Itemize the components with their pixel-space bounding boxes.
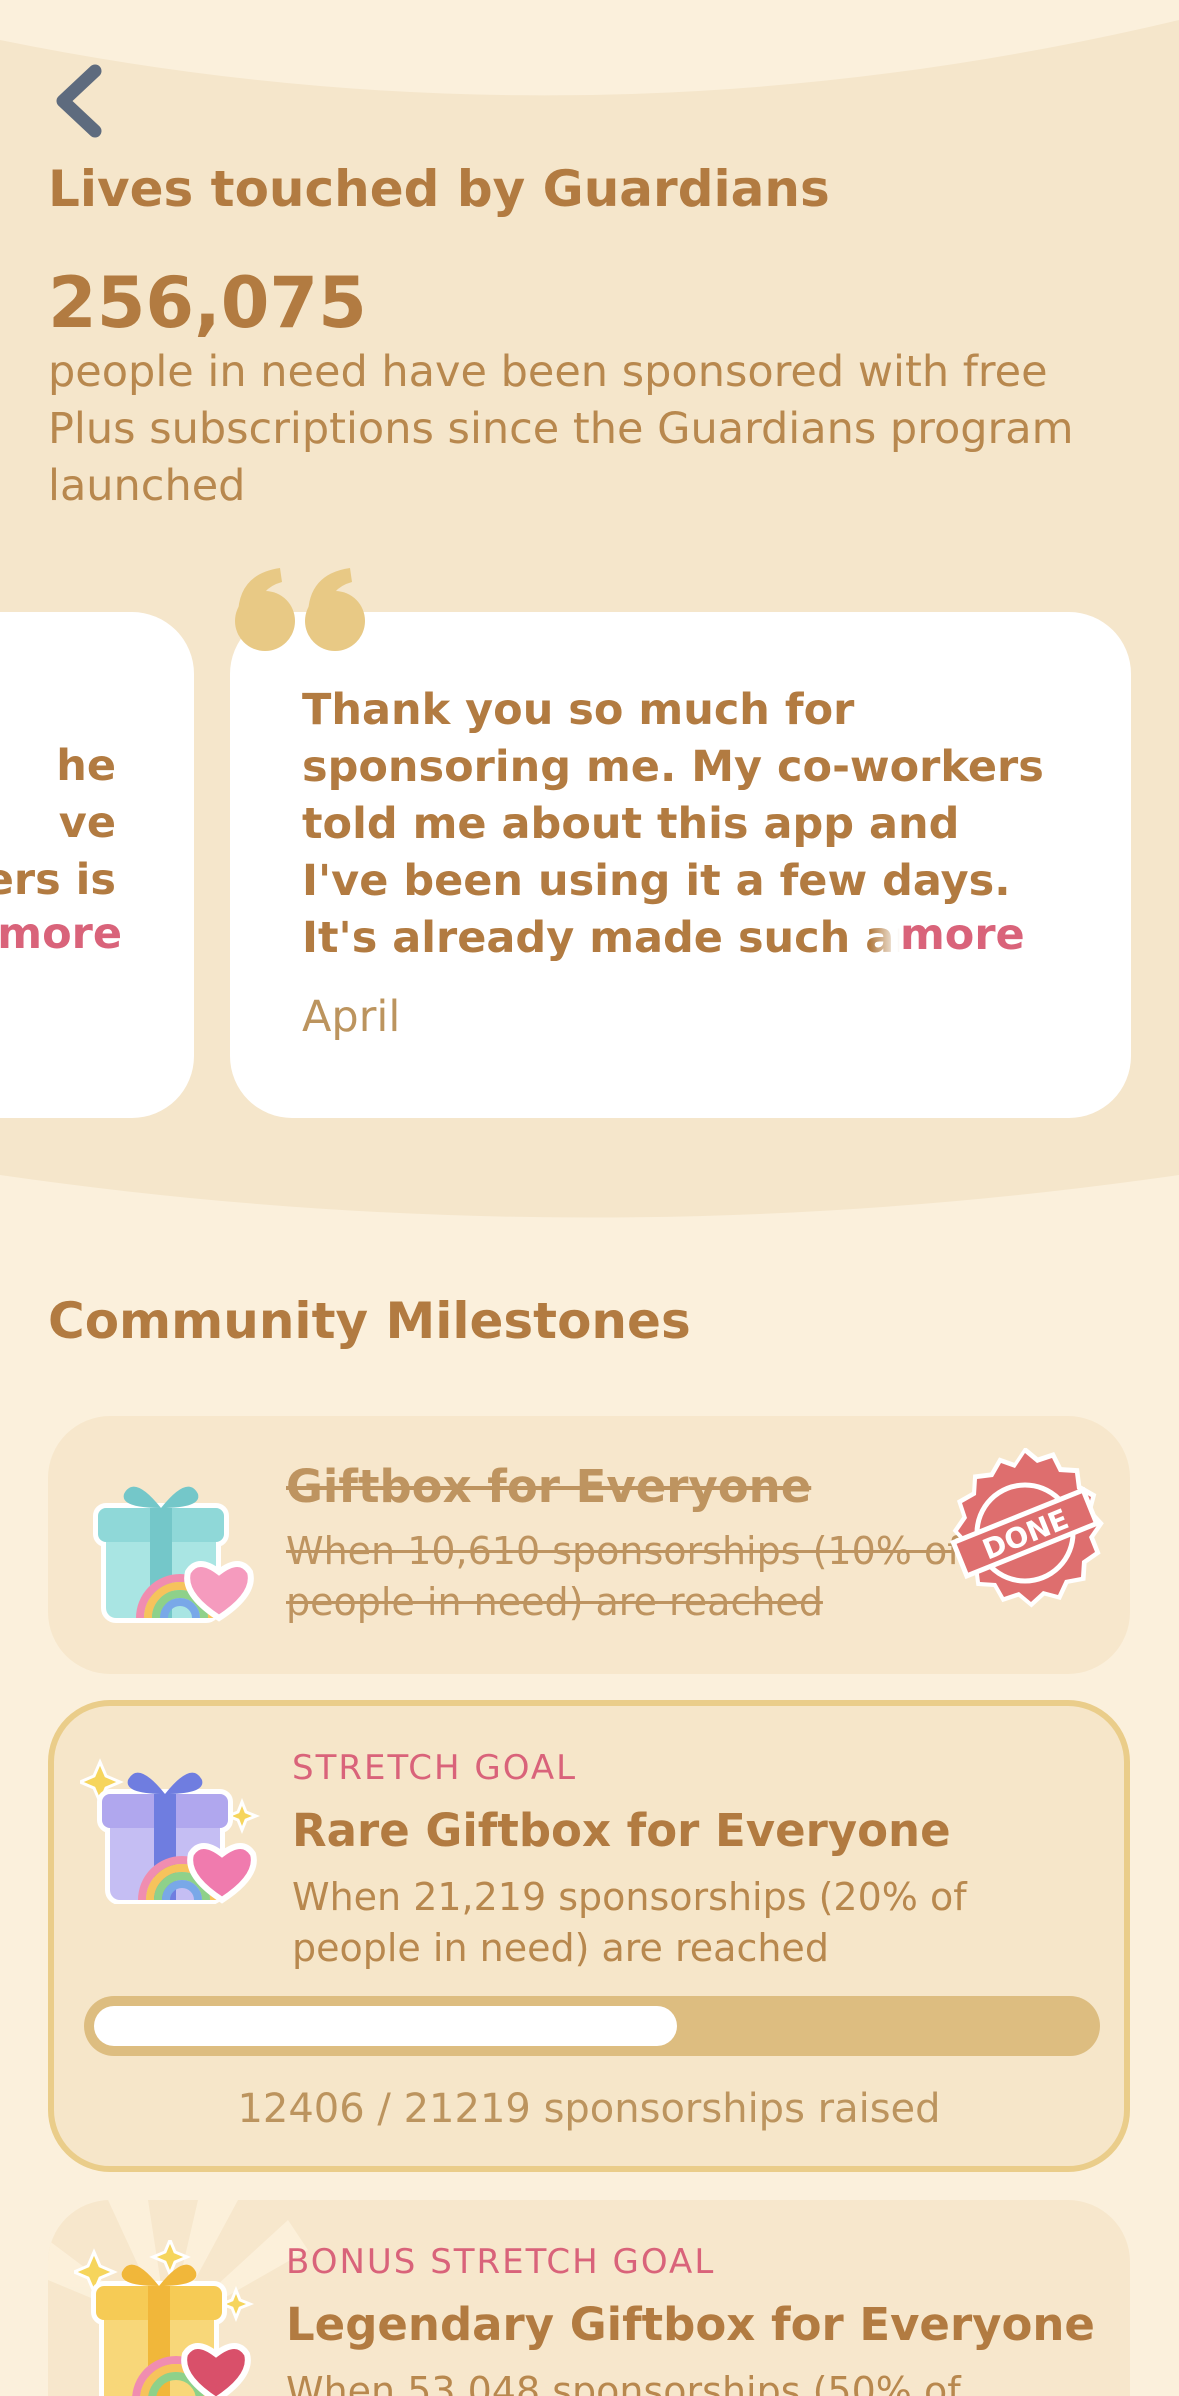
milestone-title: Giftbox for Everyone bbox=[286, 1460, 812, 1513]
more-link-previous[interactable]: more bbox=[0, 909, 122, 959]
milestone-label: STRETCH GOAL bbox=[292, 1748, 578, 1788]
sponsored-description: people in need have been sponsored with … bbox=[48, 347, 1074, 511]
testimonial-card-previous[interactable]: he ve ers is more bbox=[0, 612, 194, 1118]
sponsored-count: 256,075 bbox=[48, 262, 367, 344]
gift-rainbow-heart-icon bbox=[74, 2240, 254, 2396]
progress-bar bbox=[84, 1996, 1100, 2056]
milestone-description: When 53,048 sponsorships (50% of people … bbox=[286, 2369, 961, 2396]
milestone-description: When 21,219 sponsorships (20% of people … bbox=[292, 1875, 967, 1970]
chevron-left-icon bbox=[56, 64, 102, 138]
testimonial-card[interactable]: Thank you so much for sponsoring me. My … bbox=[230, 612, 1131, 1118]
milestone-description: When 10,610 sponsorships (10% of people … bbox=[286, 1529, 961, 1624]
gift-rainbow-heart-icon bbox=[80, 1758, 260, 1904]
back-button[interactable] bbox=[44, 56, 114, 146]
milestone-title: Legendary Giftbox for Everyone bbox=[286, 2298, 1095, 2351]
progress-bar-fill bbox=[94, 2006, 677, 2046]
milestone-card-legendary-giftbox: BONUS STRETCH GOAL Legendary Giftbox for… bbox=[48, 2200, 1130, 2396]
hero-section: Lives touched by Guardians 256,075 peopl… bbox=[0, 0, 1179, 1220]
milestones-title: Community Milestones bbox=[48, 1292, 691, 1350]
milestone-card-giftbox: Giftbox for Everyone When 10,610 sponsor… bbox=[48, 1416, 1130, 1674]
progress-caption: 12406 / 21219 sponsorships raised bbox=[237, 2086, 941, 2132]
testimonial-text-previous: he ve ers is bbox=[0, 741, 116, 905]
milestone-label: BONUS STRETCH GOAL bbox=[286, 2242, 716, 2282]
testimonial-author: April bbox=[302, 992, 401, 1042]
done-badge: DONE bbox=[950, 1448, 1104, 1608]
gift-rainbow-heart-icon bbox=[93, 1486, 254, 1623]
quote-icon bbox=[235, 568, 365, 651]
milestone-title: Rare Giftbox for Everyone bbox=[292, 1804, 951, 1857]
milestone-card-rare-giftbox: STRETCH GOAL Rare Giftbox for Everyone W… bbox=[48, 1700, 1130, 2172]
page-title: Lives touched by Guardians bbox=[48, 160, 830, 218]
more-link[interactable]: more bbox=[870, 910, 1025, 960]
